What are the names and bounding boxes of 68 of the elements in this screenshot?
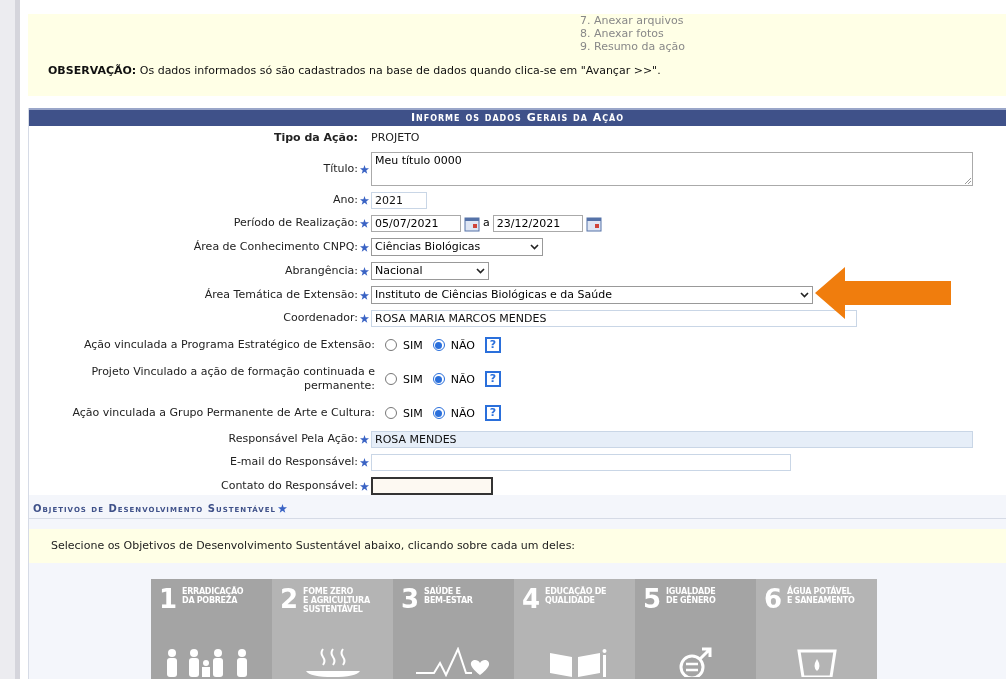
field-label: Título: bbox=[322, 160, 358, 177]
field-label: Período de Realização: bbox=[232, 215, 358, 232]
text-field[interactable] bbox=[371, 477, 493, 495]
goal-title: ERRADICAÇÃO DA POBREZA bbox=[182, 585, 244, 605]
field-label: E-mail do Responsável: bbox=[228, 454, 358, 471]
field-label: Coordenador: bbox=[282, 310, 358, 327]
field-label: Contato do Responsável: bbox=[219, 477, 358, 494]
radio-button[interactable] bbox=[432, 373, 445, 385]
text-field[interactable]: 2021 bbox=[371, 192, 427, 209]
radio-button[interactable] bbox=[385, 407, 397, 419]
goal-title: IGUALDADE DE GÊNERO bbox=[666, 586, 716, 605]
chevron-down-icon bbox=[530, 244, 539, 250]
ods-section-title: Objetivos de Desenvolvimento Sustentável bbox=[33, 502, 276, 516]
radio-label: SIM bbox=[403, 338, 423, 355]
field-label: Responsável Pela Ação: bbox=[227, 431, 358, 448]
goal-number: 5 bbox=[643, 585, 662, 613]
radio-label: SIM bbox=[403, 406, 423, 423]
step-item: 9. Resumo da ação bbox=[580, 40, 687, 53]
goal-title: FOME ZERO E AGRICULTURA SUSTENTÁVEL bbox=[303, 586, 370, 614]
field-label: Projeto Vinculado a ação de formação continuada e permanente: bbox=[90, 365, 375, 393]
field-label: Ano: bbox=[332, 192, 358, 209]
radio-button[interactable] bbox=[385, 339, 397, 351]
help-button[interactable]: ? bbox=[484, 337, 501, 353]
end-date-field[interactable]: 23/12/2021 bbox=[492, 215, 583, 232]
select-field[interactable]: Ciências Biológicas bbox=[371, 238, 543, 256]
goal-title: ÁGUA POTÁVEL E SANEAMENTO bbox=[787, 585, 855, 605]
goal-title: EDUCAÇÃO DE QUALIDADE bbox=[545, 585, 607, 605]
field-label: Ação vinculada a Grupo Permanente de Arte e Cultura: bbox=[71, 406, 375, 420]
start-date-field[interactable]: 05/07/2021 bbox=[371, 215, 461, 232]
radio-label: NÃO bbox=[450, 338, 475, 355]
field-label: Tipo da Ação: bbox=[272, 129, 358, 146]
help-button[interactable]: ? bbox=[484, 371, 501, 387]
text-field[interactable]: ROSA MARIA MARCOS MENDES bbox=[371, 310, 857, 327]
radio-button[interactable] bbox=[385, 373, 397, 385]
field-label: Área Temática de Extensão: bbox=[203, 286, 358, 303]
radio-label: NÃO bbox=[450, 372, 475, 389]
help-button[interactable]: ? bbox=[484, 405, 501, 421]
select-field[interactable]: Instituto de Ciências Biológicas e da Saúde bbox=[371, 286, 813, 304]
text-field[interactable]: ROSA MENDES bbox=[371, 431, 973, 448]
resize-handle-icon[interactable] bbox=[965, 178, 971, 184]
goal-title: SAÚDE E BEM-ESTAR bbox=[424, 585, 473, 605]
step-item: 7. Anexar arquivos bbox=[580, 14, 685, 27]
radio-button[interactable] bbox=[432, 339, 445, 351]
radio-label: SIM bbox=[403, 372, 423, 389]
goal-number: 1 bbox=[159, 585, 178, 613]
calendar-icon[interactable] bbox=[464, 215, 480, 232]
section-header: Informe os dados Gerais da Ação bbox=[29, 107, 1006, 126]
goal-number: 2 bbox=[280, 585, 299, 613]
arrow-icon bbox=[815, 267, 951, 319]
goal-number: 3 bbox=[401, 585, 420, 613]
calendar-icon[interactable] bbox=[585, 215, 602, 232]
field-label: Abrangência: bbox=[284, 262, 358, 279]
step-item: 8. Anexar fotos bbox=[580, 27, 665, 40]
radio-button[interactable] bbox=[432, 407, 445, 419]
field-label: Área de Conhecimento CNPQ: bbox=[192, 238, 358, 255]
field-value: PROJETO bbox=[371, 129, 420, 146]
instruction-text: Selecione os Objetivos de Desenvolvimento Sustentável abaixo, clicando sobre cada um deles: bbox=[51, 537, 576, 554]
select-field[interactable]: Nacional bbox=[371, 262, 489, 280]
date-separator: a bbox=[483, 215, 490, 232]
title-textarea[interactable]: Meu título 0000 bbox=[371, 152, 973, 186]
field-label: Ação vinculada a Programa Estratégico de Extensão: bbox=[82, 338, 375, 352]
chevron-down-icon bbox=[476, 268, 485, 274]
goal-number: 6 bbox=[764, 585, 783, 613]
chevron-down-icon bbox=[800, 292, 809, 298]
required-star-icon bbox=[277, 504, 287, 513]
observation-text: OBSERVAÇÃO: Os dados informados só são cadastrados na base de dados quando clica-se em "Avançar >>". bbox=[48, 63, 662, 79]
radio-label: NÃO bbox=[450, 406, 475, 423]
goal-number: 4 bbox=[522, 585, 541, 613]
